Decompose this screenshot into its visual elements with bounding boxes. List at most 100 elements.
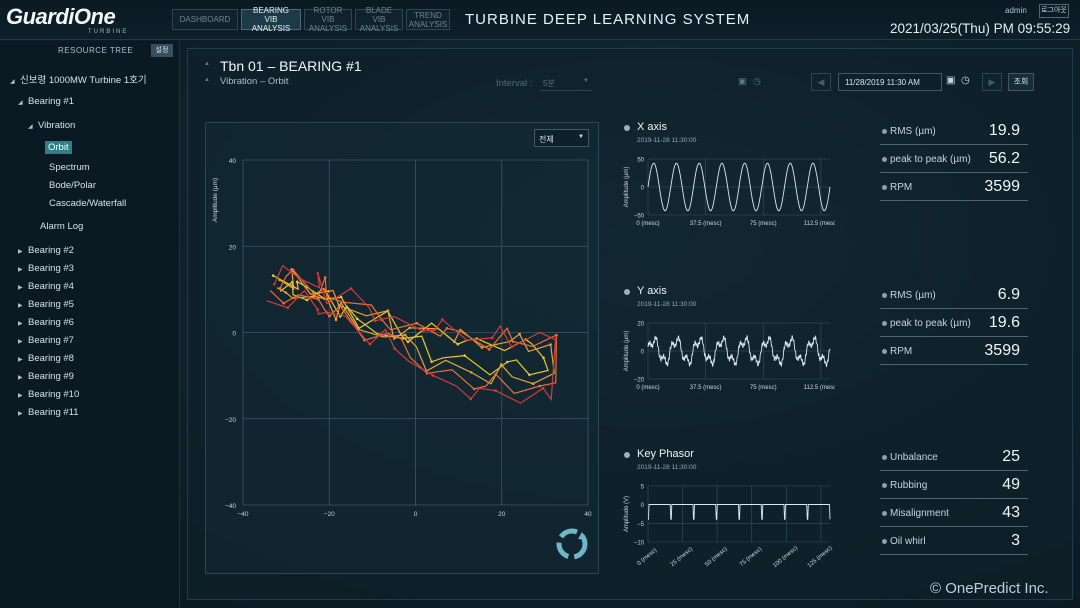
title-marker-icon: ▲ xyxy=(204,61,210,67)
refresh-icon[interactable] xyxy=(554,526,590,562)
clock-icon[interactable]: ◷ xyxy=(961,75,970,86)
orbit-trace xyxy=(269,268,558,395)
y-tick-label: 20 xyxy=(229,244,237,251)
metric-bullet-icon xyxy=(882,129,887,134)
tree-bearing-item[interactable]: ▶ Bearing #4 xyxy=(18,281,74,292)
orbit-point xyxy=(273,282,276,286)
tree-spectrum[interactable]: Spectrum xyxy=(49,162,90,173)
y-axis-label: Amplitude (µm) xyxy=(624,167,630,208)
metric-row: Unbalance 25 xyxy=(880,447,1028,471)
tree-alarm-log[interactable]: Alarm Log xyxy=(40,221,83,232)
y-tick-label: 0 xyxy=(641,186,645,192)
tab-dashboard[interactable]: DASHBOARD xyxy=(172,9,238,30)
tree-bearing-item[interactable]: ▶ Bearing #7 xyxy=(18,335,74,346)
orbit-point xyxy=(441,318,444,321)
metric-value: 43 xyxy=(1002,504,1020,521)
tab-trend-analysis[interactable]: TREND ANALYSIS xyxy=(406,9,450,30)
section-title: Y axis xyxy=(637,285,667,297)
tree-bearing-item[interactable]: ▶ Bearing #9 xyxy=(18,371,74,382)
x-tick-label: 0 (mesc) xyxy=(636,221,659,227)
tree-root[interactable]: ◢ 신보령 1000MW Turbine 1호기 xyxy=(10,72,147,86)
y-tick-label: 0 xyxy=(641,503,645,509)
tree-bearing-item[interactable]: ▶ Bearing #6 xyxy=(18,317,74,328)
orbit-chart: −40 −20 0 20 40 40 20 0 −20 −40 Amplitude (µm) xyxy=(212,158,592,518)
orbit-range-select[interactable]: 전체 ▼ xyxy=(534,129,589,147)
orbit-point xyxy=(317,298,320,301)
tree-settings-button[interactable]: 설정 xyxy=(151,44,173,57)
date-input[interactable]: 11/28/2019 11:30 AM xyxy=(838,73,942,91)
tree-bearing-1[interactable]: ◢ Bearing #1 xyxy=(18,96,74,107)
tree-bearing-item[interactable]: ▶ Bearing #11 xyxy=(18,407,79,418)
user-name[interactable]: admin xyxy=(1005,6,1027,15)
orbit-point xyxy=(403,333,407,337)
orbit-point xyxy=(528,373,531,377)
metric-row: RMS (µm) 6.9 xyxy=(880,285,1028,309)
tab-blade-vib-analysis[interactable]: BLADE VIB ANALYSIS xyxy=(355,6,403,33)
logo[interactable]: GuardiOne TURBINE xyxy=(6,4,131,36)
resource-tree-title: RESOURCE TREE xyxy=(58,46,134,55)
orbit-point xyxy=(278,278,281,282)
y-tick-label: 20 xyxy=(637,322,644,328)
x-tick-label: 75 (mesc) xyxy=(739,546,763,568)
tree-bearing-item[interactable]: ▶ Bearing #10 xyxy=(18,389,79,400)
next-date-button[interactable]: ▶ xyxy=(982,73,1002,91)
orbit-point xyxy=(368,343,372,346)
x-tick-label: 75 (mesc) xyxy=(750,221,777,227)
metric-row: peak to peak (µm) 19.6 xyxy=(880,313,1028,337)
chevron-right-icon: ▶ xyxy=(18,249,23,255)
calendar-icon[interactable]: ▣ xyxy=(946,75,955,86)
orbit-point xyxy=(531,382,535,385)
metric-bullet-icon xyxy=(882,349,887,354)
x-tick-label: 100 (mesc) xyxy=(772,545,799,569)
x-tick-label: −20 xyxy=(324,511,335,518)
tree-bode-polar[interactable]: Bode/Polar xyxy=(49,180,96,191)
chevron-right-icon: ▶ xyxy=(18,375,23,381)
tree-bearing-item[interactable]: ▶ Bearing #2 xyxy=(18,245,74,256)
tab-bearing-vib-analysis[interactable]: BEARING VIB ANALYSIS xyxy=(241,6,301,33)
search-button[interactable]: 조회 xyxy=(1008,73,1034,91)
interval-label: Interval : xyxy=(496,78,533,89)
tree-bearing-item[interactable]: ▶ Bearing #8 xyxy=(18,353,74,364)
metric-row: Rubbing 49 xyxy=(880,475,1028,499)
chevron-right-icon: ▶ xyxy=(18,267,23,273)
metric-label: Misalignment xyxy=(890,508,949,519)
chevron-right-icon: ▶ xyxy=(18,303,23,309)
prev-date-button[interactable]: ◀ xyxy=(811,73,831,91)
interval-select[interactable]: 5분 ▼ xyxy=(540,74,592,91)
tree-bearing-item[interactable]: ▶ Bearing #3 xyxy=(18,263,74,274)
tree-bearing-label: Bearing #5 xyxy=(28,299,74,310)
metric-label: RMS (µm) xyxy=(890,290,936,301)
metric-bullet-icon xyxy=(882,185,887,190)
orbit-point xyxy=(554,338,557,341)
chevron-right-icon: ▶ xyxy=(18,321,23,327)
y-axis-label: Amplitude (µm) xyxy=(212,178,219,222)
tree-vibration[interactable]: ◢ Vibration xyxy=(28,120,75,131)
nav-tabs: DASHBOARD BEARING VIB ANALYSIS ROTOR VIB… xyxy=(172,6,450,33)
chevron-down-icon: ◢ xyxy=(10,79,15,85)
x-axis-waveform-chart: 50 0 −500 (mesc) 37.5 (mesc) 75 (mesc) 112.5 … xyxy=(624,158,835,228)
key-phasor-waveform-chart: 5 0 −5 −100 (mesc) 25 (mesc) 50 (mesc) 75 (mes… xyxy=(624,485,834,570)
tree-orbit[interactable]: Orbit xyxy=(45,141,72,154)
metric-bullet-icon xyxy=(882,157,887,162)
x-tick-label: 20 xyxy=(498,511,506,518)
orbit-point xyxy=(488,348,491,351)
metric-value: 25 xyxy=(1002,448,1020,465)
logout-button[interactable]: 로그아웃 xyxy=(1039,4,1069,18)
y-tick-label: −20 xyxy=(634,378,645,384)
tree-cascade-waterfall[interactable]: Cascade/Waterfall xyxy=(49,198,126,209)
metric-bullet-icon xyxy=(882,455,887,460)
y-axis-label: Amplitude (µm) xyxy=(624,331,630,372)
tree-bearing-label: Bearing #8 xyxy=(28,353,74,364)
metric-value: 3599 xyxy=(984,342,1020,359)
orbit-point xyxy=(470,371,473,374)
metric-value: 19.9 xyxy=(988,122,1020,139)
x-tick-label: 0 xyxy=(414,511,418,518)
tab-rotor-vib-analysis[interactable]: ROTOR VIB ANALYSIS xyxy=(304,6,352,33)
clock-icon[interactable]: ◷ xyxy=(753,76,761,87)
calendar-icon[interactable]: ▣ xyxy=(738,76,747,87)
chevron-right-icon: ▶ xyxy=(18,357,23,363)
tree-bearing-label: Bearing #10 xyxy=(28,389,80,400)
waveform-line xyxy=(648,504,831,520)
orbit-point xyxy=(323,276,327,279)
tree-bearing-item[interactable]: ▶ Bearing #5 xyxy=(18,299,74,310)
